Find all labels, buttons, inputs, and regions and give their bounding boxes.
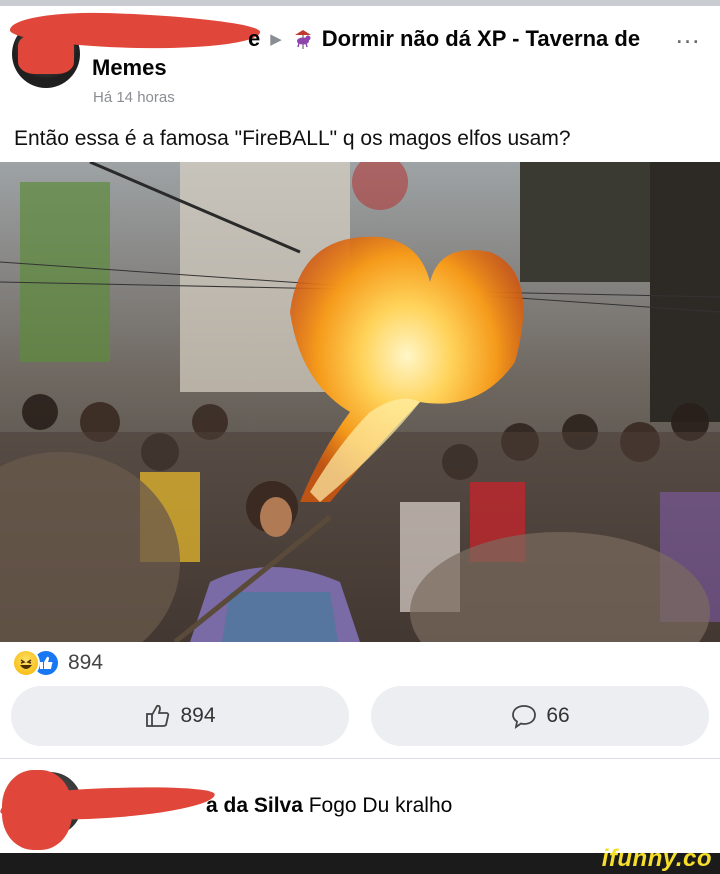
reaction-count: 894 — [68, 651, 104, 674]
top-border — [0, 0, 720, 6]
more-dots-icon[interactable]: … — [670, 21, 706, 52]
poster-name-tail[interactable]: e — [248, 26, 260, 52]
fire-breather-photo — [0, 162, 720, 642]
group-name-continued[interactable]: Memes — [92, 55, 167, 81]
post-photo[interactable] — [0, 162, 720, 642]
right-arrow-icon: ▶ — [270, 31, 282, 48]
laughing-face-icon — [12, 649, 40, 677]
comment-body: Fogo Du kralho — [308, 794, 453, 817]
post-header-title[interactable]: e ▶ Dormir não dá XP - Taverna de — [248, 20, 640, 58]
like-count: 894 — [180, 704, 216, 727]
group-name[interactable]: Dormir não dá XP - Taverna de — [322, 26, 640, 52]
ifunny-watermark: ifunny.co — [601, 845, 712, 872]
redaction-mark — [2, 770, 72, 850]
comment-count: 66 — [546, 704, 570, 727]
comment-author[interactable]: a da Silva — [206, 794, 303, 817]
like-button[interactable]: 894 — [11, 686, 349, 746]
carousel-horse-icon — [292, 28, 314, 50]
redaction-mark — [18, 34, 74, 74]
reaction-summary[interactable]: 894 — [12, 648, 103, 678]
divider — [0, 758, 720, 759]
post-text: Então essa é a famosa "FireBALL" q os ma… — [14, 127, 571, 150]
comment-button[interactable]: 66 — [371, 686, 709, 746]
thumbs-up-outline-icon — [144, 702, 172, 730]
comment-bubble-icon — [510, 702, 538, 730]
comment: a da Silva Fogo Du kralho — [206, 794, 452, 818]
post-timestamp[interactable]: Há 14 horas — [93, 89, 175, 106]
